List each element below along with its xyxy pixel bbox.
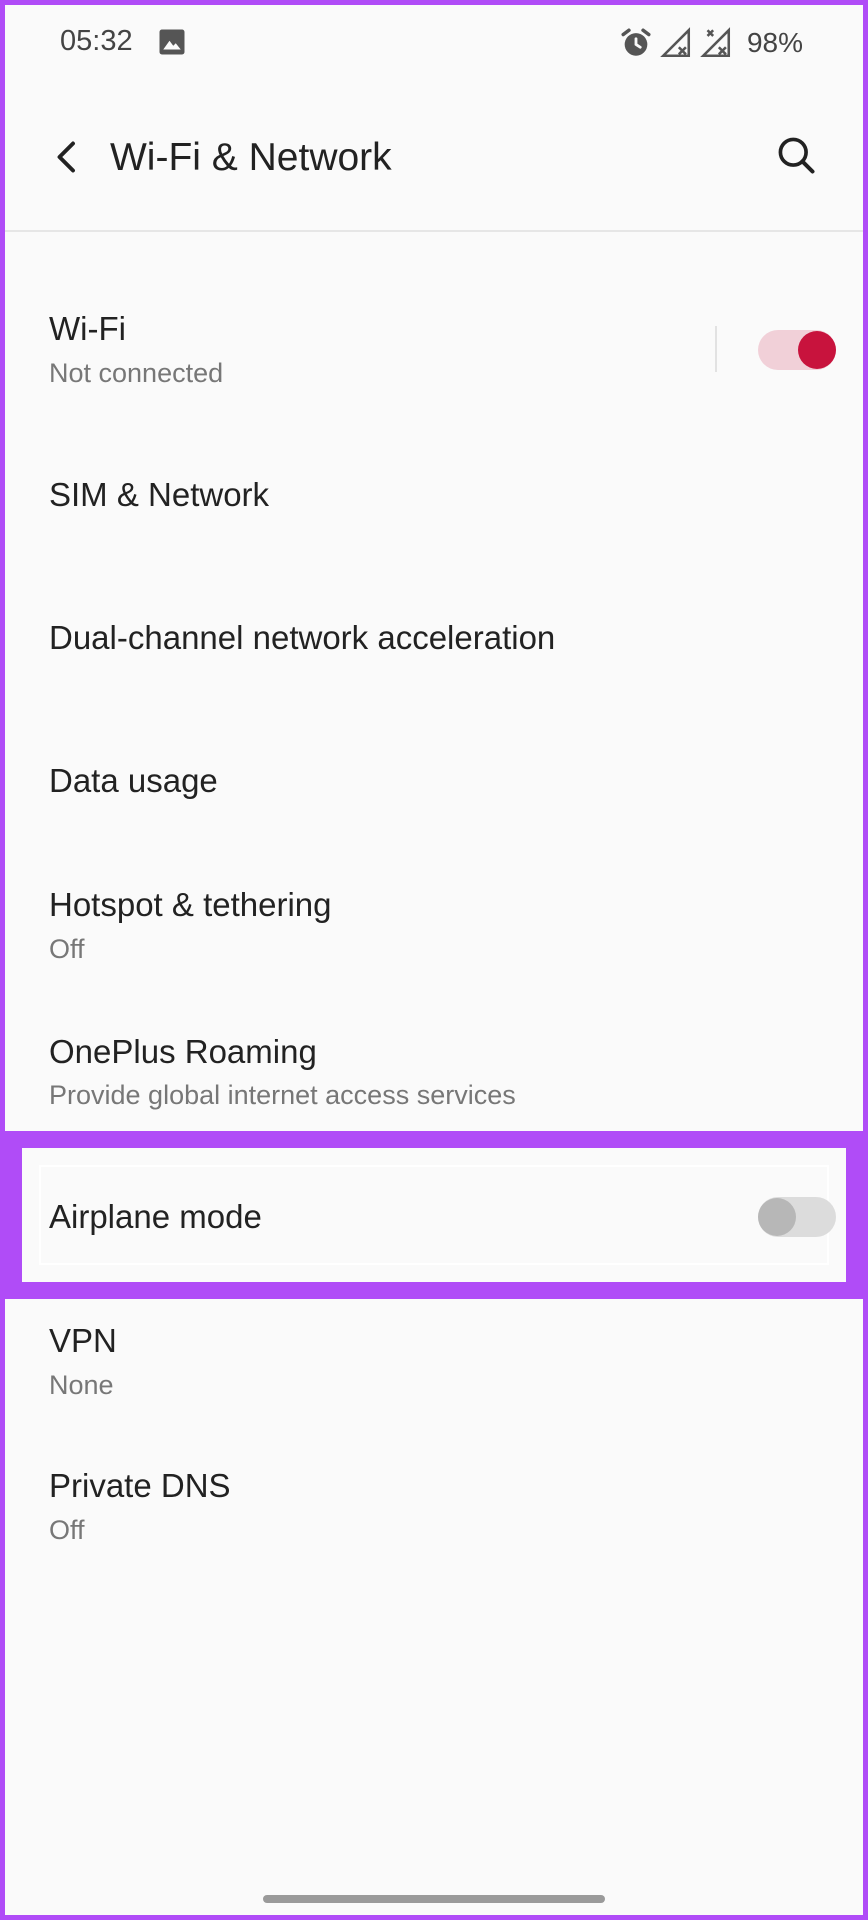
battery-level: 98% [746, 27, 803, 58]
back-button[interactable] [45, 135, 89, 179]
list-item-dual-channel[interactable]: Dual-channel network acceleration [5, 585, 863, 695]
page-title: Wi-Fi & Network [110, 136, 392, 179]
back-arrow-icon [57, 141, 75, 173]
list-item-airplane-mode[interactable]: Airplane mode [5, 1148, 863, 1282]
alarm-icon [619, 26, 653, 60]
roaming-label: OnePlus Roaming [49, 1033, 317, 1070]
list-item-hotspot[interactable]: Hotspot & tethering Off [5, 868, 863, 988]
airplane-mode-label: Airplane mode [49, 1198, 262, 1235]
image-icon [157, 27, 187, 57]
vpn-status: None [49, 1370, 114, 1400]
vpn-label: VPN [49, 1322, 117, 1359]
search-icon [778, 137, 815, 174]
top-app-bar: Wi-Fi & Network [5, 100, 863, 232]
hotspot-status: Off [49, 934, 85, 964]
status-time: 05:32 [60, 25, 133, 57]
roaming-description: Provide global internet access services [49, 1080, 516, 1110]
no-signal-icon [659, 26, 693, 60]
status-icons: 98% [619, 23, 803, 63]
search-button[interactable] [771, 130, 821, 180]
hotspot-label: Hotspot & tethering [49, 886, 332, 923]
no-signal-icon [699, 26, 733, 60]
divider [715, 326, 717, 372]
airplane-mode-toggle[interactable] [758, 1197, 836, 1237]
toggle-knob [798, 331, 836, 369]
home-indicator[interactable] [263, 1895, 605, 1903]
list-item-vpn[interactable]: VPN None [5, 1300, 863, 1420]
list-item-oneplus-roaming[interactable]: OnePlus Roaming Provide global internet … [5, 1012, 863, 1132]
wifi-status: Not connected [49, 358, 224, 388]
data-usage-label: Data usage [49, 762, 218, 799]
wifi-toggle[interactable] [758, 330, 836, 370]
private-dns-label: Private DNS [49, 1467, 231, 1504]
sim-network-label: SIM & Network [49, 476, 270, 513]
status-bar: 05:32 98% [5, 5, 863, 81]
list-item-data-usage[interactable]: Data usage [5, 728, 863, 838]
list-item-private-dns[interactable]: Private DNS Off [5, 1445, 863, 1565]
list-item-wifi[interactable]: Wi-Fi Not connected [5, 290, 863, 410]
wifi-label: Wi-Fi [49, 310, 126, 347]
dual-channel-label: Dual-channel network acceleration [49, 619, 556, 656]
private-dns-status: Off [49, 1515, 85, 1545]
toggle-knob [758, 1198, 796, 1236]
list-item-sim-network[interactable]: SIM & Network [5, 440, 863, 550]
